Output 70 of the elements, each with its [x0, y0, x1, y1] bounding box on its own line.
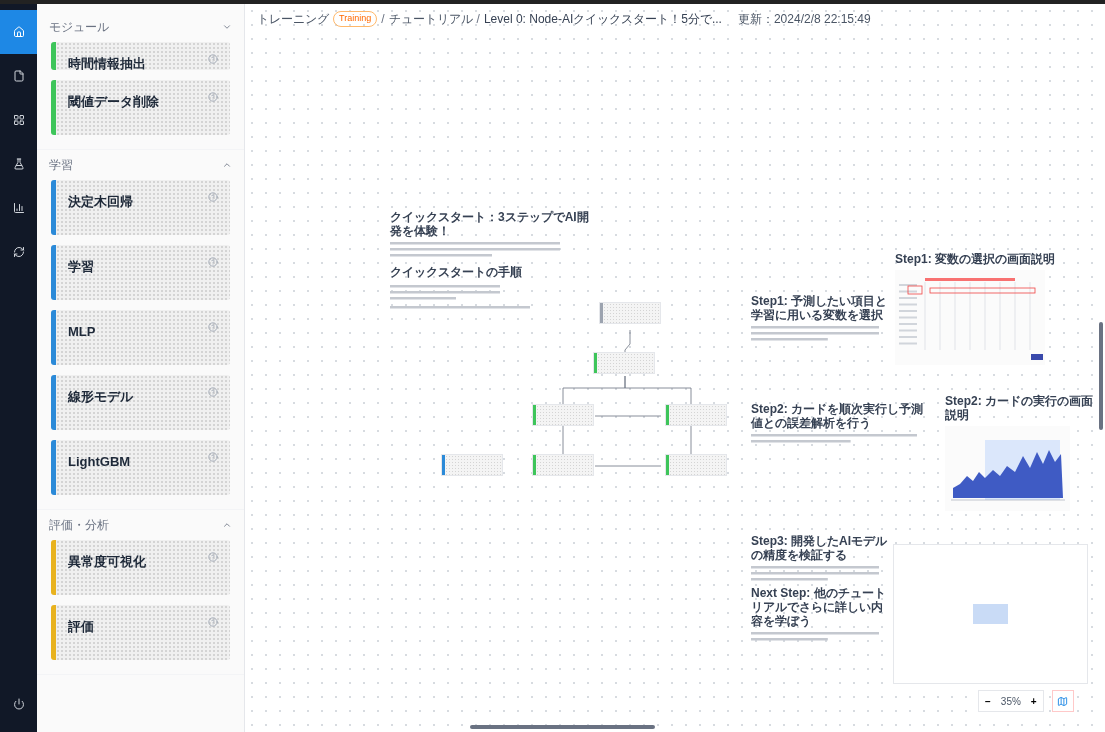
chart-icon: [12, 202, 25, 214]
chevron-up-icon: [222, 520, 232, 530]
minimap-toggle-button[interactable]: [1051, 690, 1074, 712]
next-step-title: Next Step: 他のチュートリアルでさらに詳しい内容を学ぼう: [751, 586, 887, 628]
module-name: LightGBM: [68, 453, 131, 471]
module-card[interactable]: 学習: [51, 245, 230, 300]
chevron-up-icon: [222, 160, 232, 170]
help-icon: [208, 387, 218, 397]
zoom-out-button[interactable]: −: [985, 693, 991, 709]
module-card[interactable]: 閾値データ削除: [51, 80, 230, 135]
step-title: Step1: 予測したい項目と学習に用いる変数を選択: [751, 294, 888, 322]
zoom-in-button[interactable]: +: [1030, 693, 1037, 709]
flow-node[interactable]: [599, 302, 661, 324]
module-card[interactable]: LightGBM: [51, 440, 230, 495]
section-header[interactable]: 評価・分析: [37, 510, 244, 540]
intro-subtitle: クイックスタートの手順: [390, 264, 523, 281]
module-name: 時間情報抽出: [68, 55, 146, 73]
step-title: Step3: 開発したAIモデルの精度を検証する: [751, 534, 888, 562]
breadcrumb-separator: /: [476, 11, 480, 28]
step-title: Step2: カードを順次実行し予測値との誤差解析を行う: [751, 402, 924, 430]
module-name: 閾値データ削除: [68, 93, 159, 111]
module-card[interactable]: 線形モデル: [51, 375, 230, 430]
help-icon: [208, 54, 218, 64]
minimap-viewport: [973, 604, 1008, 624]
help-icon: [208, 257, 218, 267]
flow-node[interactable]: [665, 454, 727, 476]
vertical-scrollbar[interactable]: [1099, 322, 1103, 430]
flask-icon: [12, 158, 25, 170]
horizontal-scrollbar[interactable]: [470, 725, 655, 729]
updated-time: 更新：2024/2/8 22:15:49: [737, 11, 871, 28]
flow-node[interactable]: [665, 404, 727, 426]
module-name: 線形モデル: [68, 388, 133, 406]
help-icon: [208, 192, 218, 202]
module-name: 評価: [68, 618, 94, 636]
breadcrumb-link[interactable]: チュートリアル: [388, 10, 473, 28]
module-name: MLP: [68, 323, 96, 341]
module-card[interactable]: MLP: [51, 310, 230, 365]
help-icon: [208, 552, 218, 562]
module-name: 学習: [68, 258, 94, 276]
section-header[interactable]: モジュール: [37, 12, 244, 42]
breadcrumb-link[interactable]: トレーニング: [257, 10, 329, 28]
module-name: 決定木回帰: [68, 193, 133, 211]
grid-icon: [12, 114, 25, 126]
refresh-icon: [12, 246, 25, 258]
module-card[interactable]: 決定木回帰: [51, 180, 230, 235]
intro-title: クイックスタート：3ステップでAI開発を体験！: [390, 210, 590, 238]
section-header[interactable]: 学習: [37, 150, 244, 180]
chevron-down-icon: [222, 22, 232, 32]
home-icon: [12, 26, 25, 38]
screen-title: Step1: 変数の選択の画面説明: [895, 252, 1056, 266]
module-card[interactable]: 評価: [51, 605, 230, 660]
file-icon: [12, 70, 25, 82]
help-icon: [208, 322, 218, 332]
flow-node[interactable]: [532, 404, 594, 426]
breadcrumb-separator: /: [381, 11, 385, 28]
help-icon: [208, 617, 218, 627]
module-name: 異常度可視化: [68, 553, 146, 571]
screen-title: Step2: カードの実行の画面説明: [945, 394, 1094, 422]
flow-node[interactable]: [441, 454, 503, 476]
flow-node[interactable]: [532, 454, 594, 476]
minimap-panel[interactable]: [893, 544, 1088, 684]
module-card[interactable]: 異常度可視化: [51, 540, 230, 595]
flow-node[interactable]: [593, 352, 655, 374]
page-title: Level 0: Node-AIクイックスタート！5分で...: [483, 11, 722, 28]
zoom-level: 35%: [1000, 694, 1021, 709]
module-card[interactable]: 時間情報抽出: [51, 42, 230, 70]
help-icon: [208, 92, 218, 102]
help-icon: [208, 452, 218, 462]
power-icon: [12, 698, 25, 710]
map-icon: [1057, 695, 1069, 707]
